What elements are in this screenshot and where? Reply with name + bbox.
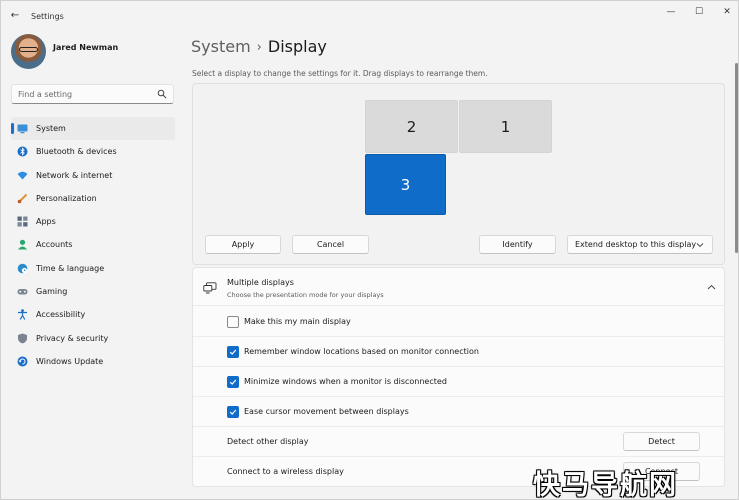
person-icon [18,240,27,250]
display-arrangement-panel: 2 1 3 Apply Cancel Identify Extend deskt… [192,83,725,265]
accessibility-icon [18,309,27,321]
minimize-windows-checkbox[interactable] [227,376,239,388]
detect-display-row: Detect other display Detect [193,427,724,457]
maximize-button[interactable]: ☐ [685,5,713,19]
identify-button[interactable]: Identify [479,235,556,254]
remember-locations-checkbox[interactable] [227,346,239,358]
sidebar-item-personalization[interactable]: Personalization [11,187,175,210]
sidebar-item-label: Bluetooth & devices [36,147,117,157]
search-input[interactable] [18,87,158,102]
title-bar: ← Settings — ☐ ✕ [1,1,738,31]
sidebar-item-bluetooth[interactable]: Bluetooth & devices [11,140,175,163]
avatar-glasses [19,47,38,52]
ease-cursor-checkbox[interactable] [227,406,239,418]
sidebar-item-label: Personalization [36,193,97,203]
sidebar-item-label: System [36,124,66,133]
watermark: 快马导航网 [533,470,678,500]
wireless-display-label: Connect to a wireless display [227,467,344,476]
checkmark-icon [229,409,237,415]
checkmark-icon [229,349,237,355]
settings-window: ← Settings — ☐ ✕ Jared Newman System Blu… [0,0,739,500]
avatar[interactable] [11,34,46,69]
sidebar-item-accounts[interactable]: Accounts [11,233,175,256]
sidebar-item-network[interactable]: Network & internet [11,164,175,187]
apps-icon [17,216,28,227]
breadcrumb: System › Display [191,37,327,56]
checkmark-icon [229,379,237,385]
chevron-up-icon[interactable] [707,283,716,292]
multiple-displays-title: Multiple displays [227,278,294,287]
sidebar-item-label: Apps [36,217,56,227]
sidebar-item-apps[interactable]: Apps [11,210,175,233]
shield-icon [18,333,27,344]
option-main-display: Make this my main display [193,307,724,337]
multiple-displays-header[interactable]: Multiple displays Choose the presentatio… [193,268,724,306]
sidebar-item-accessibility[interactable]: Accessibility [11,303,175,326]
monitor-3-selected[interactable]: 3 [365,154,446,215]
sidebar-item-privacy[interactable]: Privacy & security [11,327,175,350]
option-label: Remember window locations based on monit… [244,347,479,356]
option-remember-locations: Remember window locations based on monit… [193,337,724,367]
option-label: Ease cursor movement between displays [244,407,409,416]
arrange-hint: Select a display to change the settings … [192,69,488,78]
search-icon[interactable] [157,89,167,99]
app-title: Settings [31,12,64,21]
active-indicator [11,123,14,134]
back-arrow-icon[interactable]: ← [7,9,23,23]
brush-icon [17,193,28,204]
sidebar-item-label: Privacy & security [36,333,109,343]
multiple-displays-icon [203,282,217,294]
close-button[interactable]: ✕ [713,5,739,19]
sidebar-item-label: Windows Update [36,356,104,366]
scrollbar-thumb[interactable] [735,63,738,253]
option-label: Make this my main display [244,317,351,326]
sidebar-item-label: Time & language [36,263,105,273]
monitor-2[interactable]: 2 [365,100,458,153]
cancel-button[interactable]: Cancel [292,235,369,254]
detect-display-label: Detect other display [227,437,309,446]
gamepad-icon [17,289,28,295]
page-title: Display [267,37,327,56]
search-box[interactable] [11,84,174,104]
multiple-displays-subtitle: Choose the presentation mode for your di… [227,291,384,299]
sidebar-item-system[interactable]: System [11,117,175,141]
breadcrumb-parent[interactable]: System [191,37,251,56]
sidebar-item-gaming[interactable]: Gaming [11,280,175,303]
apply-button[interactable]: Apply [205,235,281,254]
minimize-button[interactable]: — [657,5,685,19]
bluetooth-icon [17,146,28,157]
sidebar-item-label: Accounts [36,240,73,250]
sidebar-nav: System Bluetooth & devices Network & int… [11,117,175,373]
option-minimize-windows: Minimize windows when a monitor is disco… [193,367,724,397]
chevron-down-icon [696,243,704,248]
detect-button[interactable]: Detect [623,432,700,451]
user-name: Jared Newman [53,43,119,52]
wifi-icon [17,171,28,180]
sidebar-item-label: Accessibility [36,310,86,320]
main-display-checkbox[interactable] [227,316,239,328]
globe-clock-icon [17,263,28,274]
display-mode-select[interactable]: Extend desktop to this display [567,235,713,254]
monitor-1[interactable]: 1 [459,100,552,153]
sidebar-item-label: Gaming [36,287,68,297]
sidebar-item-windows-update[interactable]: Windows Update [11,350,175,373]
option-ease-cursor: Ease cursor movement between displays [193,397,724,427]
display-mode-value: Extend desktop to this display [575,240,697,249]
sidebar-item-label: Network & internet [36,170,113,180]
option-label: Minimize windows when a monitor is disco… [244,377,447,386]
sidebar-item-time-language[interactable]: Time & language [11,257,175,280]
update-icon [17,356,28,367]
breadcrumb-separator: › [256,40,262,55]
monitor-icon [17,124,28,134]
multiple-displays-section: Multiple displays Choose the presentatio… [192,267,725,487]
